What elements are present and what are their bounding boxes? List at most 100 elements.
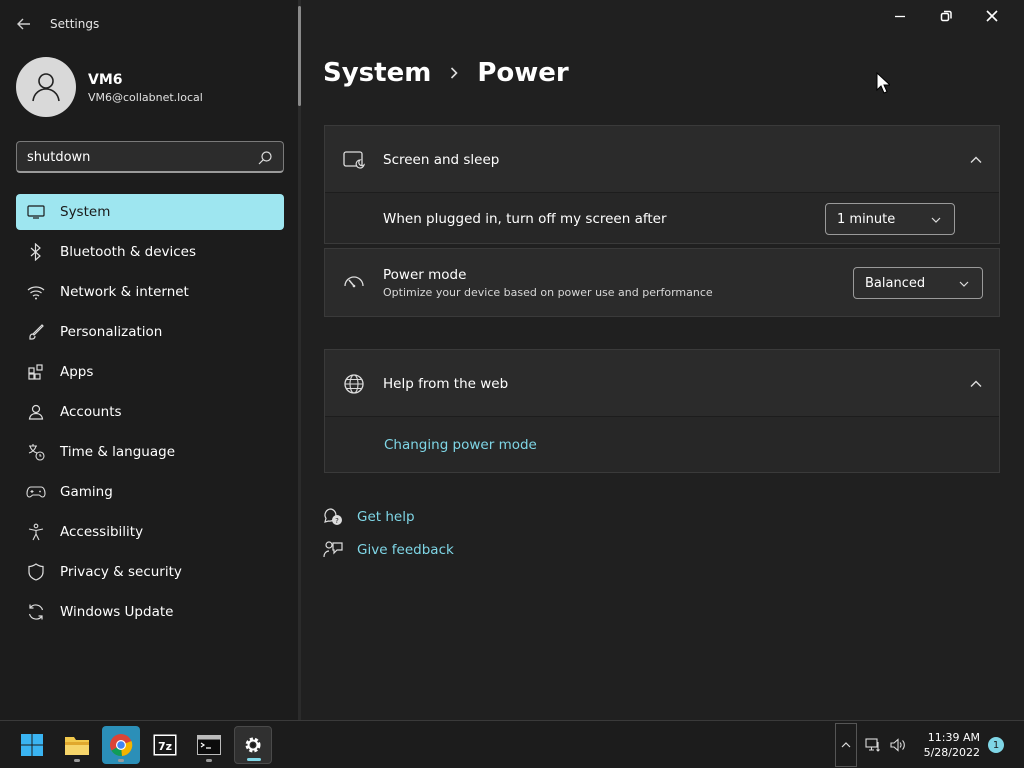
volume-icon[interactable] — [889, 737, 907, 753]
page-title: Power — [477, 58, 569, 88]
sidebar-item-time-language[interactable]: Time & language — [16, 434, 284, 470]
running-indicator — [74, 759, 80, 762]
feedback-icon — [323, 541, 343, 558]
screen-sleep-header[interactable]: Screen and sleep — [325, 126, 999, 193]
close-icon[interactable] — [984, 8, 1000, 24]
person-icon — [26, 402, 46, 422]
sidebar-item-accessibility[interactable]: Accessibility — [16, 514, 284, 550]
bluetooth-icon — [26, 242, 46, 262]
user-email: VM6@collabnet.local — [88, 91, 203, 104]
gamepad-icon — [26, 482, 46, 502]
taskbar-chrome[interactable] — [102, 726, 140, 764]
taskbar-terminal[interactable] — [190, 726, 228, 764]
sidebar-item-label: Apps — [60, 364, 94, 380]
search-box[interactable] — [16, 141, 284, 173]
notification-badge[interactable]: 1 — [988, 737, 1004, 753]
clock-date: 5/28/2022 — [923, 746, 980, 759]
settings-icon — [245, 737, 261, 753]
taskbar-clock[interactable]: 11:39 AM 5/28/2022 — [910, 730, 980, 760]
svg-text:7z: 7z — [158, 740, 172, 753]
sidebar-item-accounts[interactable]: Accounts — [16, 394, 284, 430]
help-web-header[interactable]: Help from the web — [325, 350, 999, 417]
globe-icon — [344, 374, 364, 394]
search-input[interactable] — [25, 147, 245, 167]
apps-icon — [26, 362, 46, 382]
screen-sleep-card: Screen and sleep When plugged in, turn o… — [324, 125, 1000, 244]
help-chat-icon: ? — [324, 508, 342, 525]
help-web-card: Help from the web Changing power mode — [324, 349, 1000, 473]
power-mode-title: Power mode — [383, 267, 467, 283]
screen-sleep-icon — [343, 151, 365, 169]
accessibility-icon — [26, 522, 46, 542]
sidebar-item-bluetooth[interactable]: Bluetooth & devices — [16, 234, 284, 270]
taskbar: 7z 11:39 AM 5/28/2022 1 — [0, 720, 1024, 768]
sidebar: Settings VM6 VM6@collabnet.local System … — [0, 0, 298, 720]
power-mode-dropdown[interactable]: Balanced — [853, 267, 983, 299]
sidebar-item-personalization[interactable]: Personalization — [16, 314, 284, 350]
screen-timeout-dropdown[interactable]: 1 minute — [825, 203, 955, 235]
search-icon[interactable] — [257, 150, 273, 166]
wifi-icon — [26, 282, 46, 302]
gauge-icon — [344, 276, 364, 288]
chevron-down-icon — [931, 217, 941, 223]
breadcrumb: System Power — [323, 58, 569, 88]
sidebar-item-label: Gaming — [60, 484, 113, 500]
sidebar-item-network[interactable]: Network & internet — [16, 274, 284, 310]
chevron-up-icon — [841, 742, 851, 748]
update-icon — [26, 602, 46, 622]
changing-power-mode-link[interactable]: Changing power mode — [384, 437, 537, 453]
file-explorer-icon — [65, 737, 89, 755]
mouse-cursor-icon — [876, 72, 890, 94]
dropdown-value: Balanced — [865, 275, 926, 291]
sidebar-item-apps[interactable]: Apps — [16, 354, 284, 390]
sidebar-nav: System Bluetooth & devices Network & int… — [16, 194, 284, 634]
scrollbar-thumb[interactable] — [298, 6, 301, 106]
restore-icon[interactable] — [938, 8, 954, 24]
taskbar-file-explorer[interactable] — [58, 726, 96, 764]
tray-overflow-button[interactable] — [835, 723, 857, 767]
chevron-down-icon — [959, 281, 969, 287]
chevron-right-icon — [451, 67, 458, 79]
sidebar-item-privacy[interactable]: Privacy & security — [16, 554, 284, 590]
sidebar-item-label: Windows Update — [60, 604, 174, 620]
give-feedback-link[interactable]: Give feedback — [357, 542, 454, 558]
chevron-up-icon[interactable] — [969, 153, 983, 167]
screen-timeout-row: When plugged in, turn off my screen afte… — [325, 193, 999, 243]
title-bar: Settings — [0, 0, 298, 48]
chevron-up-icon[interactable] — [969, 377, 983, 391]
avatar[interactable] — [16, 57, 76, 117]
sidebar-scrollbar[interactable] — [298, 0, 301, 720]
sidebar-item-label: Accessibility — [60, 524, 144, 540]
sidebar-item-label: Network & internet — [60, 284, 189, 300]
running-indicator — [118, 759, 124, 762]
sidebar-item-windows-update[interactable]: Windows Update — [16, 594, 284, 630]
get-help-link[interactable]: Get help — [357, 509, 415, 525]
sidebar-item-system[interactable]: System — [16, 194, 284, 230]
network-icon[interactable] — [865, 737, 881, 753]
give-feedback-row[interactable]: Give feedback — [323, 540, 454, 560]
taskbar-settings[interactable] — [234, 726, 272, 764]
breadcrumb-parent[interactable]: System — [323, 58, 431, 88]
clock-time: 11:39 AM — [927, 731, 980, 744]
sidebar-item-label: System — [60, 204, 111, 220]
sidebar-item-gaming[interactable]: Gaming — [16, 474, 284, 510]
back-arrow-icon[interactable] — [14, 14, 34, 34]
minimize-icon[interactable] — [892, 8, 908, 24]
running-indicator — [206, 759, 212, 762]
start-icon — [21, 734, 43, 756]
get-help-row[interactable]: ? Get help — [323, 507, 415, 527]
help-web-links: Changing power mode — [325, 417, 999, 472]
taskbar-7zip[interactable]: 7z — [146, 726, 184, 764]
power-mode-description: Optimize your device based on power use … — [383, 286, 713, 299]
sidebar-item-label: Accounts — [60, 404, 122, 420]
globe-clock-icon — [26, 442, 46, 462]
7zip-icon: 7z — [153, 734, 177, 756]
sidebar-item-label: Privacy & security — [60, 564, 182, 580]
sidebar-item-label: Time & language — [60, 444, 176, 460]
start-button[interactable] — [13, 726, 51, 764]
window-controls — [884, 0, 1024, 32]
terminal-icon — [197, 735, 221, 755]
chrome-icon — [110, 734, 133, 757]
app-title: Settings — [50, 17, 100, 31]
person-icon — [32, 73, 60, 102]
